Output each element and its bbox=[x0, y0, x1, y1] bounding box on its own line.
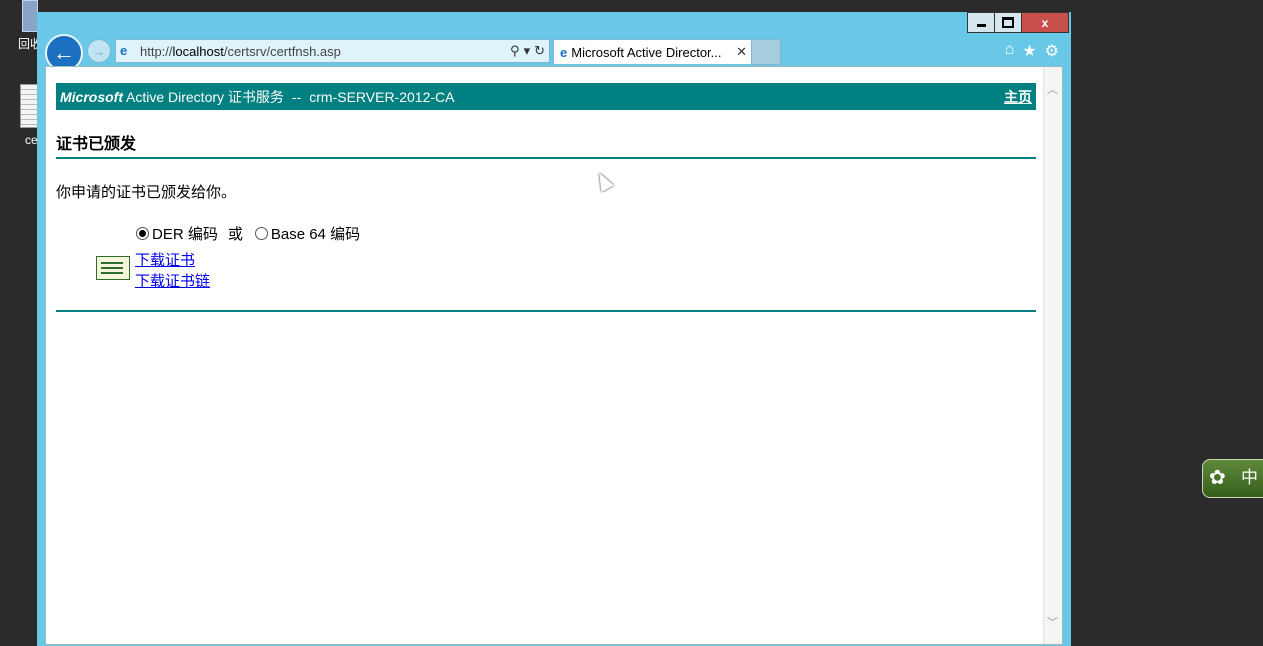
brand-name: Microsoft bbox=[60, 88, 123, 105]
new-tab-button[interactable] bbox=[751, 39, 781, 65]
der-label[interactable]: DER 编码 bbox=[152, 223, 218, 244]
ie-page-icon: e bbox=[120, 43, 128, 58]
refresh-icon[interactable]: ↻ bbox=[534, 43, 545, 59]
recycle-bin-label: 回收站 bbox=[18, 37, 38, 51]
download-certificate-link[interactable]: 下载证书 bbox=[135, 250, 210, 271]
certificate-icon bbox=[96, 256, 130, 280]
ca-name: crm-SERVER-2012-CA bbox=[309, 88, 455, 105]
page-title: 证书已颁发 bbox=[56, 130, 1036, 159]
tab-close-icon[interactable]: ✕ bbox=[736, 44, 747, 60]
banner-separator: -- bbox=[291, 88, 302, 105]
page-banner: Microsoft Active Directory 证书服务 -- crm-S… bbox=[56, 83, 1036, 110]
base64-label[interactable]: Base 64 编码 bbox=[271, 223, 360, 244]
ime-mode-label: 中 bbox=[1241, 468, 1258, 487]
back-arrow-icon: ← bbox=[53, 40, 75, 65]
service-name: Active Directory 证书服务 bbox=[126, 88, 284, 105]
close-button[interactable]: x bbox=[1021, 12, 1069, 33]
address-url[interactable]: http://localhost/certsrv/certfnsh.asp bbox=[140, 44, 510, 59]
recycle-bin-icon bbox=[22, 0, 38, 32]
flower-icon: ✿ bbox=[1209, 467, 1226, 489]
settings-gear-icon[interactable]: ⚙ bbox=[1045, 41, 1059, 61]
window-controls: x bbox=[967, 12, 1069, 33]
recycle-bin-desktop-icon[interactable]: 回收站 bbox=[0, 0, 38, 52]
page-viewport: ︿ ﹀ Microsoft Active Directory 证书服务 -- c… bbox=[45, 66, 1063, 645]
or-label: 或 bbox=[227, 226, 243, 243]
browser-window: x ← → e http://localhost/certsrv/certfns… bbox=[37, 12, 1071, 646]
maximize-button[interactable] bbox=[994, 12, 1022, 33]
der-radio[interactable] bbox=[136, 227, 149, 240]
scroll-up-icon[interactable]: ︿ bbox=[1047, 81, 1058, 97]
tab-active[interactable]: e Microsoft Active Director... ✕ bbox=[553, 39, 754, 64]
url-scheme: http:// bbox=[140, 43, 173, 59]
file-desktop-icon[interactable]: ce bbox=[0, 84, 38, 150]
maximize-icon bbox=[1002, 17, 1014, 28]
download-section: 下载证书 下载证书链 bbox=[96, 250, 1036, 292]
download-chain-link[interactable]: 下载证书链 bbox=[135, 271, 210, 292]
scroll-down-icon[interactable]: ﹀ bbox=[1047, 614, 1058, 630]
minimize-button[interactable] bbox=[967, 12, 995, 33]
issued-message: 你申请的证书已颁发给你。 bbox=[56, 184, 237, 201]
encoding-options: DER 编码 或 Base 64 编码 bbox=[136, 223, 1036, 244]
url-host: localhost bbox=[172, 43, 224, 59]
base64-radio[interactable] bbox=[254, 227, 268, 240]
certsrv-page: Microsoft Active Directory 证书服务 -- crm-S… bbox=[56, 83, 1036, 312]
bottom-divider bbox=[56, 310, 1036, 312]
forward-button[interactable]: → bbox=[87, 39, 111, 63]
favorites-star-icon[interactable]: ★ bbox=[1022, 41, 1036, 61]
tab-title: Microsoft Active Director... bbox=[571, 44, 722, 60]
dropdown-icon[interactable]: ▾ bbox=[524, 43, 531, 59]
document-icon bbox=[20, 84, 38, 128]
vertical-scrollbar[interactable]: ︿ ﹀ bbox=[1043, 67, 1062, 644]
ime-language-bar[interactable]: ✿ 中 bbox=[1202, 459, 1263, 498]
home-icon[interactable]: ⌂ bbox=[1005, 41, 1015, 61]
url-path: /certsrv/certfnsh.asp bbox=[223, 43, 341, 59]
search-icon[interactable]: ⚲ bbox=[510, 43, 520, 59]
home-link[interactable]: 主页 bbox=[1004, 87, 1032, 107]
forward-arrow-icon: → bbox=[92, 43, 106, 59]
minimize-icon bbox=[976, 24, 986, 27]
address-bar[interactable]: e http://localhost/certsrv/certfnsh.asp … bbox=[115, 39, 550, 63]
ie-tab-icon: e bbox=[560, 44, 568, 60]
